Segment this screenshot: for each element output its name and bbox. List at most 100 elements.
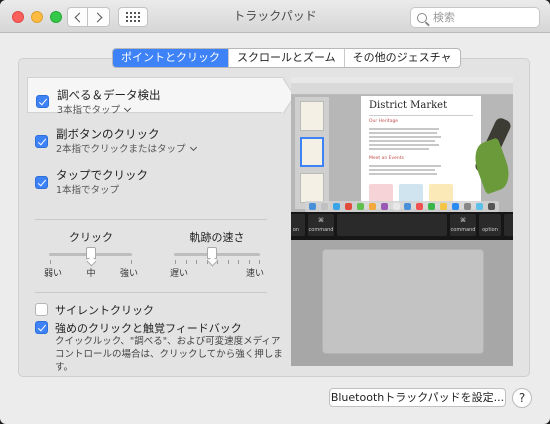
silent-click-label: サイレントクリック (55, 304, 154, 317)
key-label: on (292, 227, 300, 233)
command-symbol: ⌘ (460, 217, 466, 224)
speed-slider-track (174, 253, 260, 256)
grid-icon (126, 12, 140, 22)
dock-icon (451, 203, 459, 210)
text-line (369, 169, 435, 171)
text-line (369, 165, 441, 167)
thumbnail (300, 137, 324, 167)
dock-icon (487, 203, 495, 210)
gesture-subtitle-popup[interactable]: 3本指でタップ (57, 102, 132, 116)
dock-icon (345, 203, 353, 210)
text-line (369, 173, 437, 175)
doc-heading: Meet an Events (369, 156, 404, 161)
search-input[interactable] (433, 11, 533, 24)
gesture-subtitle: 3本指でタップ (57, 105, 121, 116)
text-line (369, 128, 439, 130)
search-field[interactable] (410, 7, 540, 28)
forward-button[interactable] (88, 7, 110, 27)
click-max-label: 強い (119, 269, 138, 279)
slider-tick (50, 260, 51, 264)
chevron-down-icon (189, 143, 197, 152)
help-button[interactable]: ? (512, 388, 532, 408)
back-button[interactable] (67, 7, 88, 27)
preview-page: District Market Our Heritage Meet an Eve… (361, 96, 481, 209)
preview-screen: District Market Our Heritage Meet an Eve… (291, 77, 513, 212)
gesture-list: 調べる＆データ検出 3本指でタップ 副ボタンのクリック 2本指でクリックまたはタ… (19, 59, 295, 376)
zoom-button[interactable] (50, 11, 62, 23)
lookup-checkbox[interactable] (36, 95, 49, 108)
silent-click-checkbox[interactable] (35, 303, 48, 316)
text-line (369, 132, 437, 134)
tab-bar: ポイントとクリック スクロールとズーム その他のジェスチャ (112, 48, 461, 68)
divider (35, 292, 267, 293)
key-option: option (479, 214, 501, 236)
divider (369, 115, 473, 116)
click-mid-label: 中 (86, 269, 96, 279)
preview-thumbnails (295, 97, 329, 209)
key-command-right: ⌘ command (450, 214, 476, 236)
gesture-preview: District Market Our Heritage Meet an Eve… (291, 77, 513, 366)
click-slider-knob[interactable] (85, 247, 96, 259)
text-line (369, 140, 435, 142)
preview-dock (305, 201, 499, 212)
preview-toolbar (291, 83, 513, 95)
dock-icon (368, 203, 376, 210)
gesture-subtitle: 1本指でタップ (56, 185, 120, 196)
show-all-button[interactable] (118, 7, 148, 27)
key-space (337, 214, 447, 236)
dock-icon (475, 203, 483, 210)
force-click-description: クイックルック、"調べる"、および可変速度メディアコントロールの場合は、クリック… (55, 336, 283, 373)
dock-icon (333, 203, 341, 210)
minimize-button[interactable] (31, 11, 43, 23)
dock-icon (392, 203, 400, 210)
dock-icon (356, 203, 364, 210)
dock-icon (416, 203, 424, 210)
tab-more-gestures[interactable]: その他のジェスチャ (343, 49, 460, 67)
key-arrow (504, 214, 513, 236)
setup-bluetooth-trackpad-button[interactable]: Bluetoothトラックパッドを設定... (329, 388, 506, 407)
tap-to-click-checkbox[interactable] (35, 176, 48, 189)
chevron-down-icon (124, 104, 132, 113)
search-icon (417, 12, 427, 23)
close-button[interactable] (12, 11, 24, 23)
slider-tick (131, 260, 132, 264)
preview-keyboard: on ⌘ command ⌘ command option (291, 212, 513, 240)
title-bar: トラックパッド (0, 0, 550, 33)
preview-palmrest (291, 240, 513, 366)
key: on (291, 214, 305, 236)
speed-slider-label: 軌跡の速さ (189, 231, 245, 244)
doc-heading: Our Heritage (369, 119, 399, 124)
dock-icon (440, 203, 448, 210)
thumbnail (300, 101, 324, 131)
tab-point-and-click[interactable]: ポイントとクリック (113, 49, 228, 67)
preview-trackpad (322, 249, 484, 354)
speed-max-label: 速い (245, 269, 264, 279)
chevron-left-icon (74, 12, 84, 22)
gesture-tap-to-click[interactable]: タップでクリック 1本指でタップ (27, 160, 283, 196)
gesture-subtitle: 2本指でクリックまたはタップ (56, 144, 186, 155)
gesture-secondary-click[interactable]: 副ボタンのクリック 2本指でクリックまたはタップ (27, 119, 283, 155)
key-command-left: ⌘ command (308, 214, 334, 236)
gesture-lookup[interactable]: 調べる＆データ検出 3本指でタップ (27, 77, 295, 116)
slider-tick (186, 260, 187, 264)
gesture-title: 副ボタンのクリック (56, 127, 160, 141)
force-click-checkbox[interactable] (35, 321, 48, 334)
text-line (369, 136, 441, 138)
dock-icon (321, 203, 329, 210)
slider-tick (228, 260, 229, 264)
dock-icon (380, 203, 388, 210)
dock-icon (309, 203, 317, 210)
secondary-click-checkbox[interactable] (35, 135, 48, 148)
click-slider-label: クリック (69, 231, 113, 244)
tab-scroll-and-zoom[interactable]: スクロールとズーム (228, 49, 344, 67)
slider-tick (238, 260, 239, 264)
slider-tick (259, 260, 260, 264)
gesture-title: 調べる＆データ検出 (57, 88, 161, 102)
dock-icon (428, 203, 436, 210)
gesture-subtitle-popup[interactable]: 2本指でクリックまたはタップ (56, 141, 197, 155)
click-min-label: 弱い (43, 269, 62, 279)
dock-icon (463, 203, 471, 210)
key-label: command (308, 227, 334, 233)
speed-slider-knob[interactable] (206, 247, 217, 259)
chevron-right-icon (92, 12, 102, 22)
